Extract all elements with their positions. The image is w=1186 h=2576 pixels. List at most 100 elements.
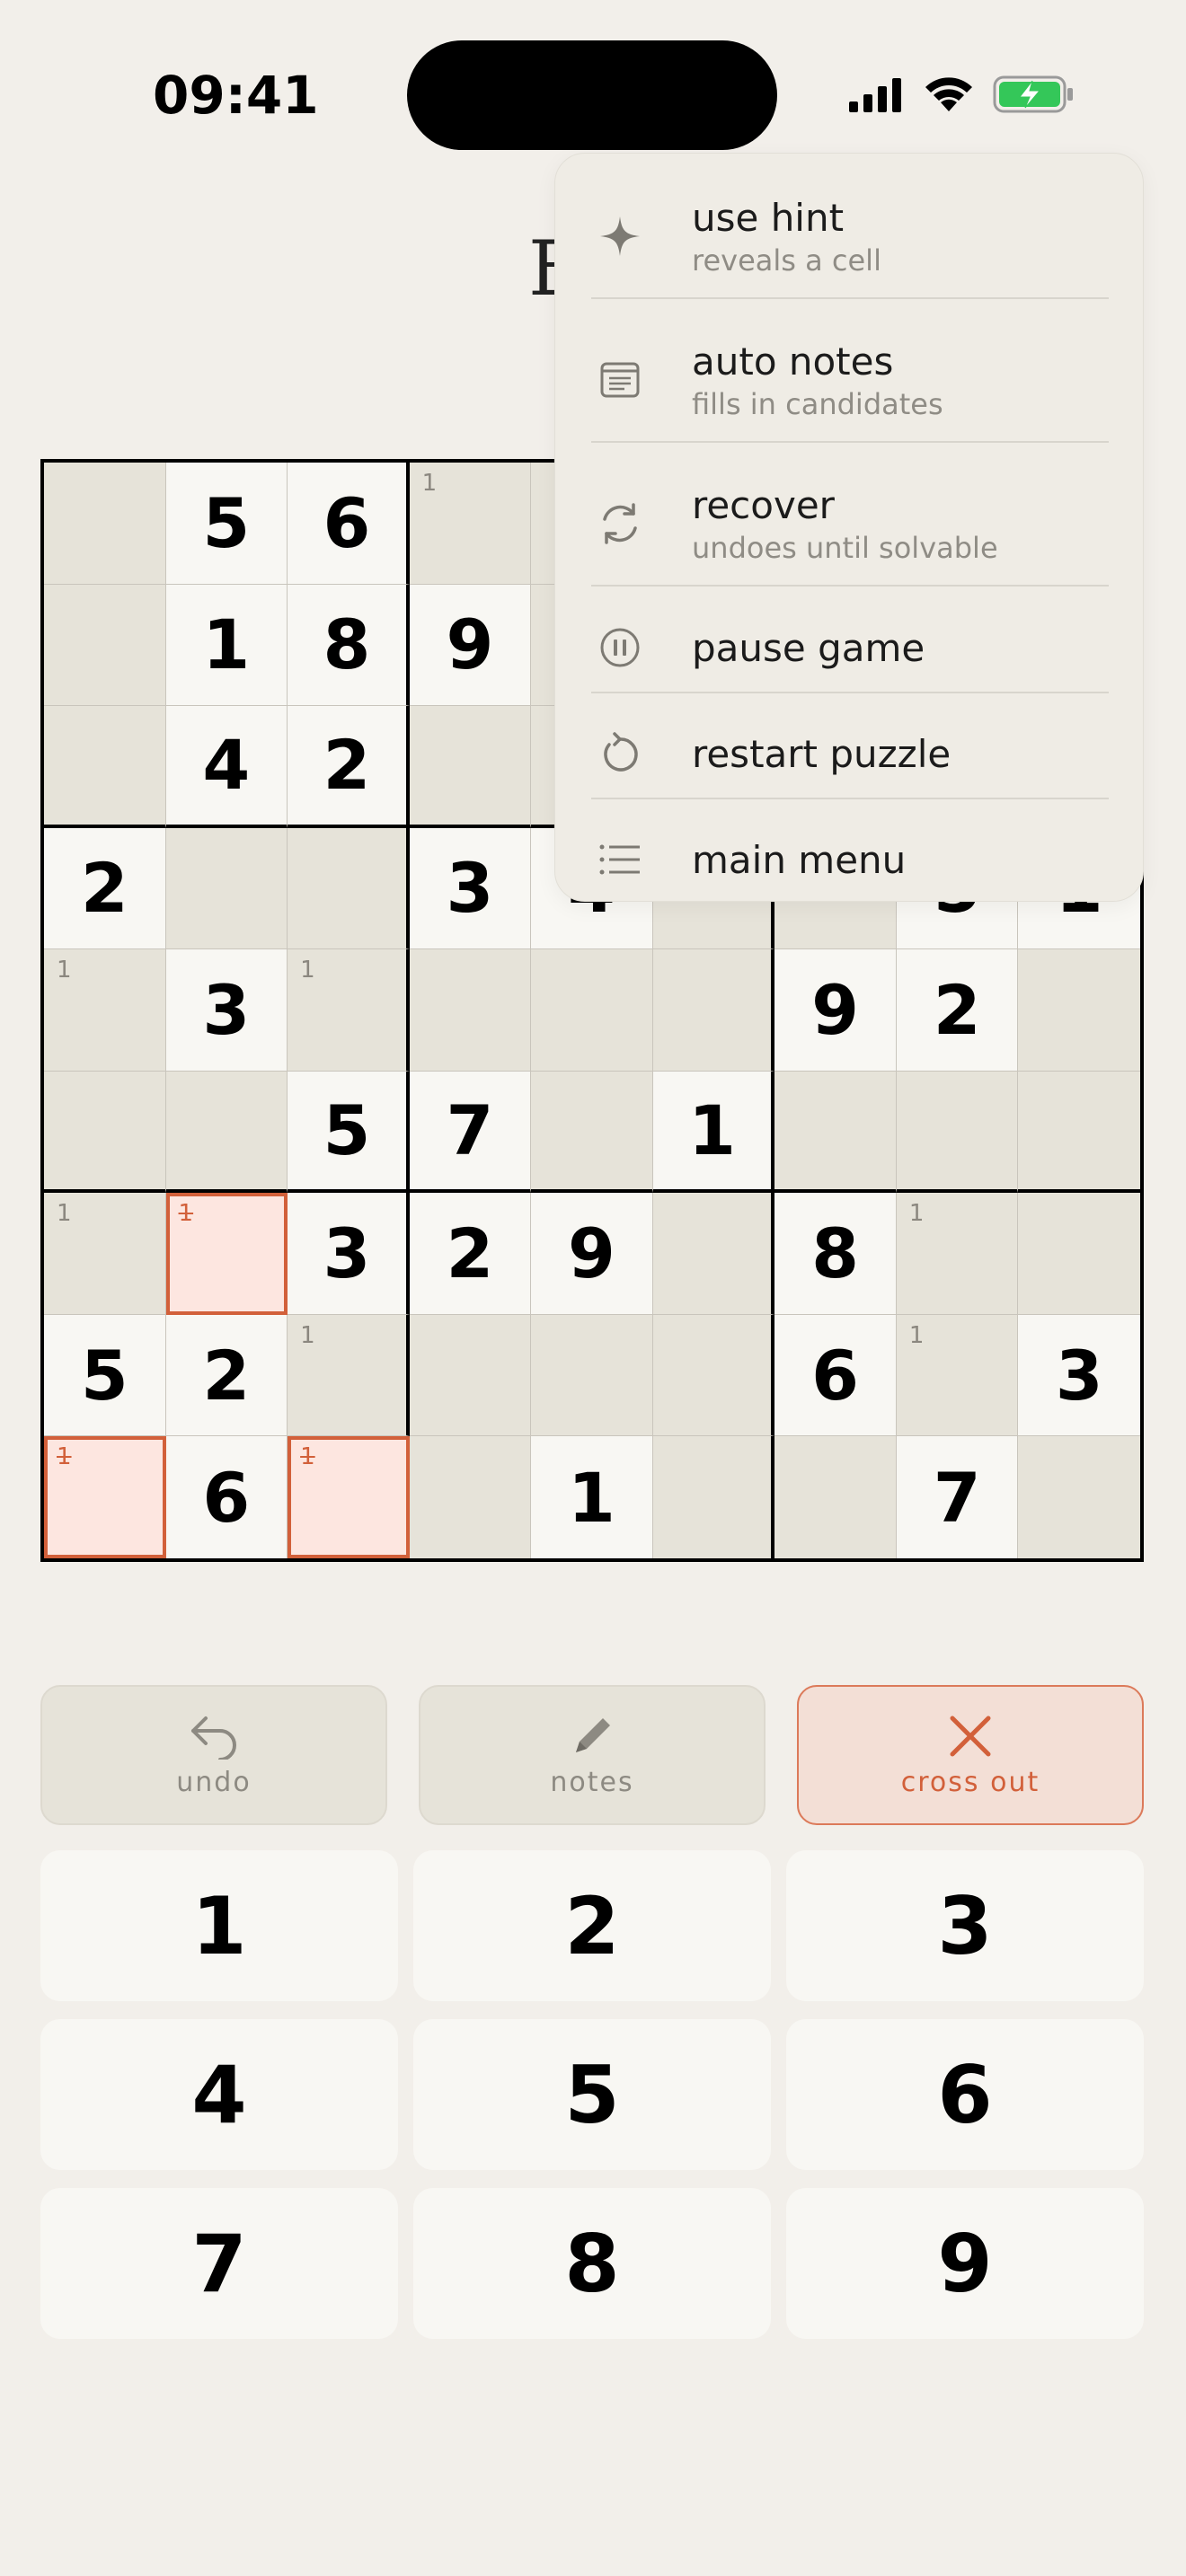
menu-divider xyxy=(591,585,1109,587)
keypad-key[interactable]: 8 xyxy=(413,2188,771,2339)
board-cell[interactable]: 6 xyxy=(774,1314,897,1437)
menu-divider xyxy=(591,441,1109,443)
keypad-key[interactable]: 3 xyxy=(786,1850,1144,2001)
board-cell[interactable]: 3 xyxy=(409,827,532,950)
board-cell[interactable]: 2 xyxy=(288,706,410,828)
board-cell[interactable]: 1 xyxy=(165,1193,288,1315)
game-menu: use hint reveals a cell auto notes fills… xyxy=(554,153,1144,902)
board-cell[interactable] xyxy=(165,1071,288,1194)
recover-cycle-icon xyxy=(603,503,637,544)
keypad-key[interactable]: 6 xyxy=(786,2019,1144,2170)
keypad-key[interactable]: 4 xyxy=(40,2019,398,2170)
board-cell[interactable]: 8 xyxy=(288,584,410,707)
board-cell[interactable]: 1 xyxy=(531,1436,653,1558)
board-cell[interactable]: 7 xyxy=(409,1071,532,1194)
cell-digit: 9 xyxy=(811,969,860,1050)
undo-button[interactable]: undo xyxy=(40,1685,387,1825)
status-time: 09:41 xyxy=(153,65,319,126)
board-cell[interactable]: 8 xyxy=(774,1193,897,1315)
board-cell[interactable]: 1 xyxy=(409,463,532,585)
board-cell[interactable]: 1 xyxy=(288,1436,410,1558)
menu-label: pause game xyxy=(692,625,925,670)
board-cell[interactable] xyxy=(44,1071,166,1194)
menu-divider xyxy=(591,692,1109,693)
board-cell[interactable]: 9 xyxy=(531,1193,653,1315)
board-cell[interactable] xyxy=(44,706,166,828)
cell-digit: 1 xyxy=(202,604,251,685)
keypad-key[interactable]: 7 xyxy=(40,2188,398,2339)
board-cell[interactable] xyxy=(1018,949,1140,1072)
pencil-note: 1 xyxy=(300,1443,315,1471)
board-cell[interactable] xyxy=(409,706,532,828)
board-cell[interactable]: 1 xyxy=(288,1314,410,1437)
menu-item-pause-game[interactable]: pause game xyxy=(591,603,1109,693)
board-cell[interactable] xyxy=(531,1314,653,1437)
dynamic-island xyxy=(407,40,777,150)
cell-digit: 7 xyxy=(933,1457,981,1538)
board-cell[interactable]: 5 xyxy=(165,463,288,585)
board-cell[interactable] xyxy=(652,1436,775,1558)
board-cell[interactable]: 3 xyxy=(288,1193,410,1315)
board-cell[interactable]: 6 xyxy=(288,463,410,585)
board-cell[interactable] xyxy=(774,1436,897,1558)
signal-icon xyxy=(849,78,901,112)
menu-item-restart-puzzle[interactable]: restart puzzle xyxy=(591,709,1109,798)
board-cell[interactable]: 2 xyxy=(896,949,1019,1072)
board-cell[interactable]: 1 xyxy=(896,1314,1019,1437)
cross-out-button[interactable]: cross out xyxy=(797,1685,1144,1825)
keypad-key[interactable]: 1 xyxy=(40,1850,398,2001)
board-cell[interactable] xyxy=(652,1314,775,1437)
board-cell[interactable] xyxy=(409,1314,532,1437)
notes-button[interactable]: notes xyxy=(419,1685,766,1825)
board-cell[interactable]: 7 xyxy=(896,1436,1019,1558)
board-cell[interactable] xyxy=(1018,1071,1140,1194)
board-cell[interactable]: 5 xyxy=(288,1071,410,1194)
board-cell[interactable]: 1 xyxy=(44,949,166,1072)
board-cell[interactable] xyxy=(409,949,532,1072)
menu-divider xyxy=(591,297,1109,299)
board-cell[interactable] xyxy=(288,827,410,950)
board-cell[interactable] xyxy=(531,949,653,1072)
status-icons xyxy=(849,72,1075,117)
board-cell[interactable] xyxy=(409,1436,532,1558)
menu-item-use-hint[interactable]: use hint reveals a cell xyxy=(591,182,1109,290)
menu-item-auto-notes[interactable]: auto notes fills in candidates xyxy=(591,326,1109,434)
board-cell[interactable]: 4 xyxy=(165,706,288,828)
board-cell[interactable]: 2 xyxy=(165,1314,288,1437)
board-cell[interactable]: 1 xyxy=(896,1193,1019,1315)
menu-item-recover[interactable]: recover undoes until solvable xyxy=(591,470,1109,578)
cell-digit: 3 xyxy=(202,969,251,1050)
pencil-note: 1 xyxy=(57,957,72,984)
board-cell[interactable]: 6 xyxy=(165,1436,288,1558)
board-cell[interactable] xyxy=(531,1071,653,1194)
board-cell[interactable] xyxy=(652,1193,775,1315)
board-cell[interactable]: 2 xyxy=(409,1193,532,1315)
board-cell[interactable] xyxy=(1018,1193,1140,1315)
board-cell[interactable] xyxy=(165,827,288,950)
board-cell[interactable]: 5 xyxy=(44,1314,166,1437)
cell-digit: 6 xyxy=(202,1457,251,1538)
board-cell[interactable]: 3 xyxy=(165,949,288,1072)
menu-label: use hint xyxy=(692,195,845,240)
board-cell[interactable]: 2 xyxy=(44,827,166,950)
board-cell[interactable]: 1 xyxy=(652,1071,775,1194)
board-cell[interactable] xyxy=(44,463,166,585)
board-cell[interactable] xyxy=(652,949,775,1072)
board-cell[interactable] xyxy=(1018,1436,1140,1558)
board-cell[interactable] xyxy=(44,584,166,707)
wifi-icon xyxy=(925,77,972,111)
board-cell[interactable]: 3 xyxy=(1018,1314,1140,1437)
cross-icon xyxy=(950,1716,991,1756)
board-cell[interactable]: 1 xyxy=(44,1193,166,1315)
keypad-key[interactable]: 5 xyxy=(413,2019,771,2170)
board-cell[interactable] xyxy=(896,1071,1019,1194)
board-cell[interactable]: 9 xyxy=(774,949,897,1072)
menu-item-main-menu[interactable]: main menu xyxy=(591,815,1109,904)
keypad-key[interactable]: 2 xyxy=(413,1850,771,2001)
board-cell[interactable]: 1 xyxy=(44,1436,166,1558)
board-cell[interactable]: 9 xyxy=(409,584,532,707)
keypad-key[interactable]: 9 xyxy=(786,2188,1144,2339)
board-cell[interactable]: 1 xyxy=(288,949,410,1072)
board-cell[interactable] xyxy=(774,1071,897,1194)
board-cell[interactable]: 1 xyxy=(165,584,288,707)
